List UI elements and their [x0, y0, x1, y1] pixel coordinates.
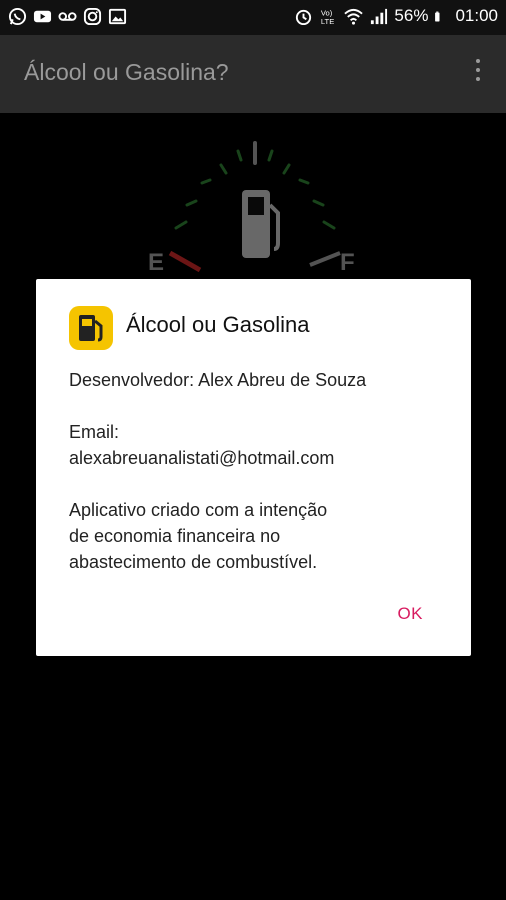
app-bar: Álcool ou Gasolina?: [0, 35, 506, 113]
description-text: Aplicativo criado com a intenção de econ…: [69, 497, 449, 575]
voicemail-icon: [58, 12, 77, 21]
description-line: abastecimento de combustível.: [69, 552, 318, 572]
email-value: alexabreuanalistati@hotmail.com: [69, 448, 335, 468]
overflow-menu-icon[interactable]: [468, 59, 488, 89]
about-dialog: Álcool ou Gasolina Desenvolvedor: Alex A…: [36, 279, 471, 656]
volte-icon: Vo) LTE: [321, 8, 334, 26]
dialog-title: Álcool ou Gasolina: [126, 312, 310, 337]
ok-button[interactable]: OK: [397, 604, 423, 624]
app-title: Álcool ou Gasolina?: [24, 59, 229, 85]
instagram-icon: [83, 7, 102, 26]
alarm-icon: [296, 9, 312, 25]
youtube-icon: [33, 10, 52, 23]
battery-icon: [435, 11, 440, 21]
image-icon: [108, 8, 127, 25]
description-line: de economia financeira no: [69, 526, 281, 546]
svg-text:LTE: LTE: [321, 17, 334, 26]
wifi-icon: [344, 8, 364, 25]
whatsapp-icon: [8, 7, 27, 26]
developer-text: Desenvolvedor: Alex Abreu de Souza: [69, 370, 367, 390]
email-label: Email:: [69, 422, 120, 442]
dialog-message: Desenvolvedor: Alex Abreu de Souza Email…: [69, 367, 449, 601]
status-bar: Vo) LTE 56% 01:00: [0, 0, 506, 35]
clock: 01:00: [455, 6, 498, 25]
battery-percentage: 56%: [394, 6, 429, 25]
app-icon: [69, 306, 113, 350]
system-icons: Vo) LTE 56% 01:00: [294, 6, 498, 26]
description-line: Aplicativo criado com a intenção: [69, 500, 328, 520]
email-block: Email: alexabreuanalistati@hotmail.com: [69, 419, 449, 471]
notification-icons: [8, 7, 127, 26]
signal-icon: [371, 8, 388, 24]
